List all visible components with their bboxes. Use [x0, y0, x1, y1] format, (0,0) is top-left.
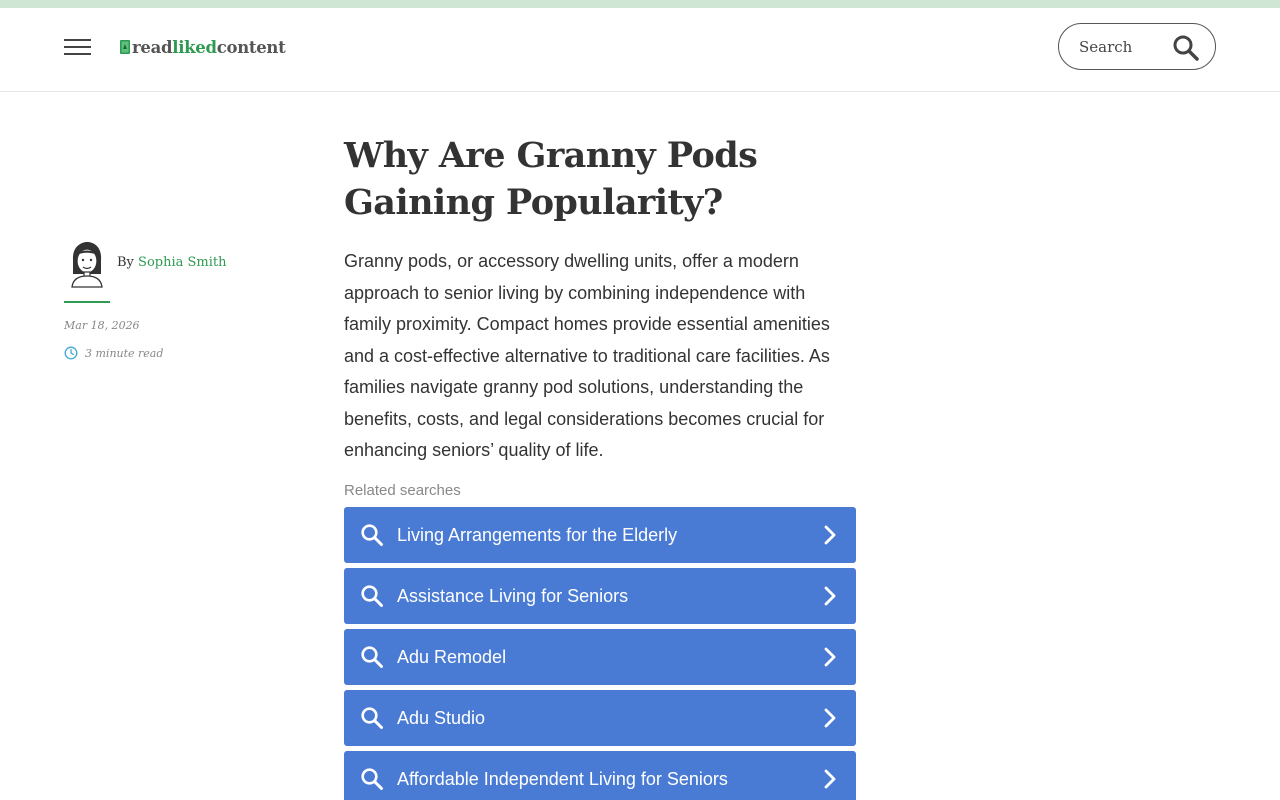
- related-search-item[interactable]: Assistance Living for Seniors: [344, 568, 856, 624]
- logo-word-read: read: [132, 37, 173, 57]
- related-search-item[interactable]: Adu Remodel: [344, 629, 856, 685]
- site-logo[interactable]: read liked content: [120, 35, 286, 59]
- author-avatar[interactable]: [64, 240, 110, 288]
- related-search-label: Living Arrangements for the Elderly: [397, 525, 678, 545]
- related-search-item[interactable]: Affordable Independent Living for Senior…: [344, 751, 856, 800]
- article-title: Why Are Granny Pods Gaining Popularity?: [344, 135, 758, 223]
- author-byline: By Sophia Smith: [117, 255, 227, 270]
- search-icon: [361, 646, 383, 668]
- related-search-label: Affordable Independent Living for Senior…: [397, 769, 728, 789]
- logo-word-liked: liked: [172, 37, 217, 57]
- logo-book-icon: [120, 40, 130, 54]
- related-searches-list: Living Arrangements for the Elderly Assi…: [344, 507, 856, 800]
- related-search-item[interactable]: Adu Studio: [344, 690, 856, 746]
- clock-icon: [64, 346, 78, 360]
- search-icon: [361, 585, 383, 607]
- search-icon[interactable]: [1172, 34, 1200, 62]
- read-time-label: 3 minute read: [85, 346, 164, 360]
- related-search-item[interactable]: Living Arrangements for the Elderly: [344, 507, 856, 563]
- search-box[interactable]: [1058, 23, 1216, 70]
- search-icon: [361, 707, 383, 729]
- top-accent-strip: [0, 0, 1280, 8]
- article-intro: Granny pods, or accessory dwelling units…: [344, 251, 830, 460]
- author-name-link[interactable]: Sophia Smith: [138, 255, 226, 270]
- related-search-label: Adu Remodel: [397, 647, 507, 667]
- related-searches-label: Related searches: [344, 482, 461, 499]
- hamburger-menu-icon[interactable]: [64, 39, 92, 57]
- search-icon: [361, 524, 383, 546]
- chevron-right-icon: [824, 586, 836, 606]
- related-search-label: Assistance Living for Seniors: [397, 586, 629, 606]
- publish-date: Mar 18, 2026: [64, 319, 140, 332]
- chevron-right-icon: [824, 525, 836, 545]
- chevron-right-icon: [824, 769, 836, 789]
- byline-prefix: By: [117, 255, 134, 270]
- chevron-right-icon: [824, 647, 836, 667]
- site-header: read liked content: [0, 8, 1280, 92]
- article-main: Why Are Granny Pods Gaining Popularity? …: [344, 132, 856, 467]
- chevron-right-icon: [824, 708, 836, 728]
- related-search-label: Adu Studio: [397, 708, 486, 728]
- logo-word-content: content: [216, 37, 286, 57]
- search-input[interactable]: [1079, 35, 1179, 59]
- search-icon: [361, 768, 383, 790]
- read-time: 3 minute read: [64, 345, 163, 361]
- author-divider: [64, 301, 110, 303]
